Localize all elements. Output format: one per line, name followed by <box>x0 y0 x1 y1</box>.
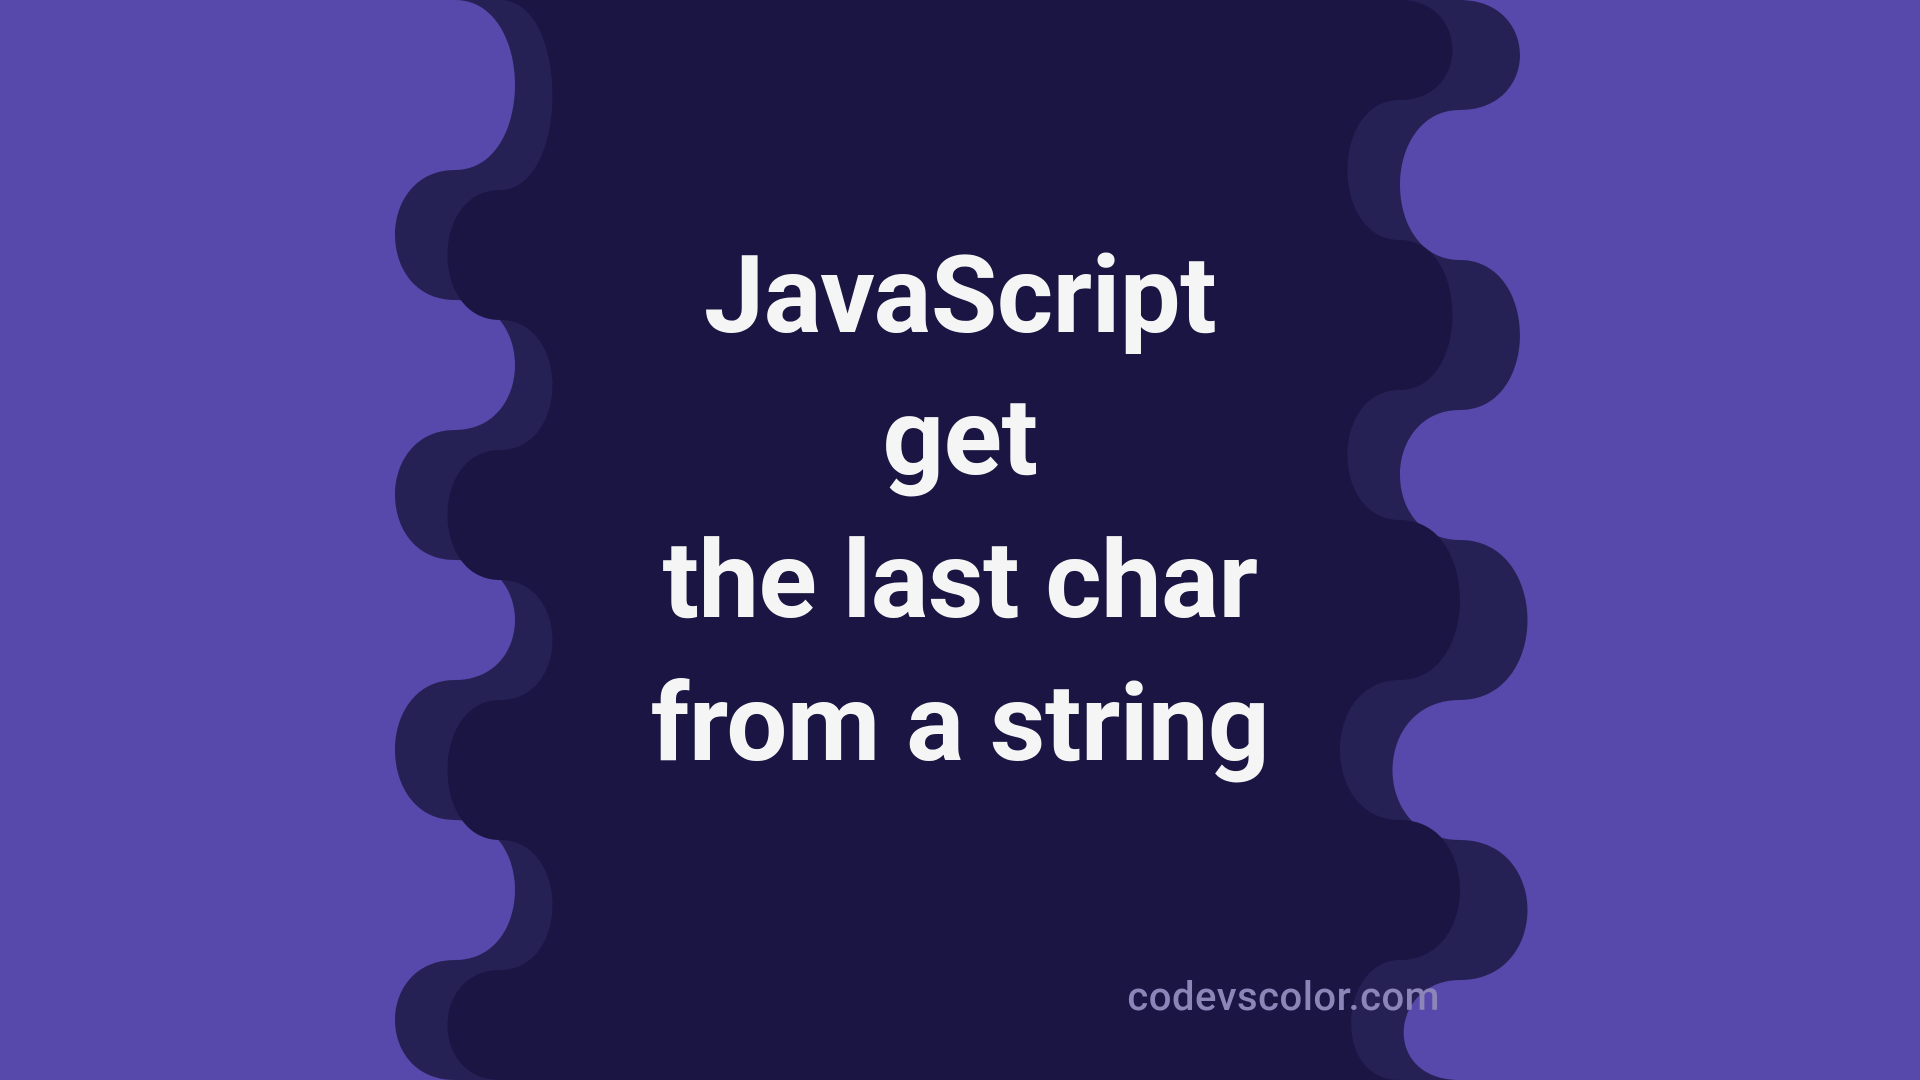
title-line-1: JavaScript <box>651 225 1269 368</box>
title-line-4: from a string <box>651 653 1269 796</box>
hero-card: JavaScript get the last char from a stri… <box>0 0 1920 1080</box>
title-line-2: get <box>651 367 1269 510</box>
hero-title: JavaScript get the last char from a stri… <box>651 225 1269 795</box>
attribution-text: codevscolor.com <box>1127 973 1440 1020</box>
title-line-3: the last char <box>651 510 1269 653</box>
